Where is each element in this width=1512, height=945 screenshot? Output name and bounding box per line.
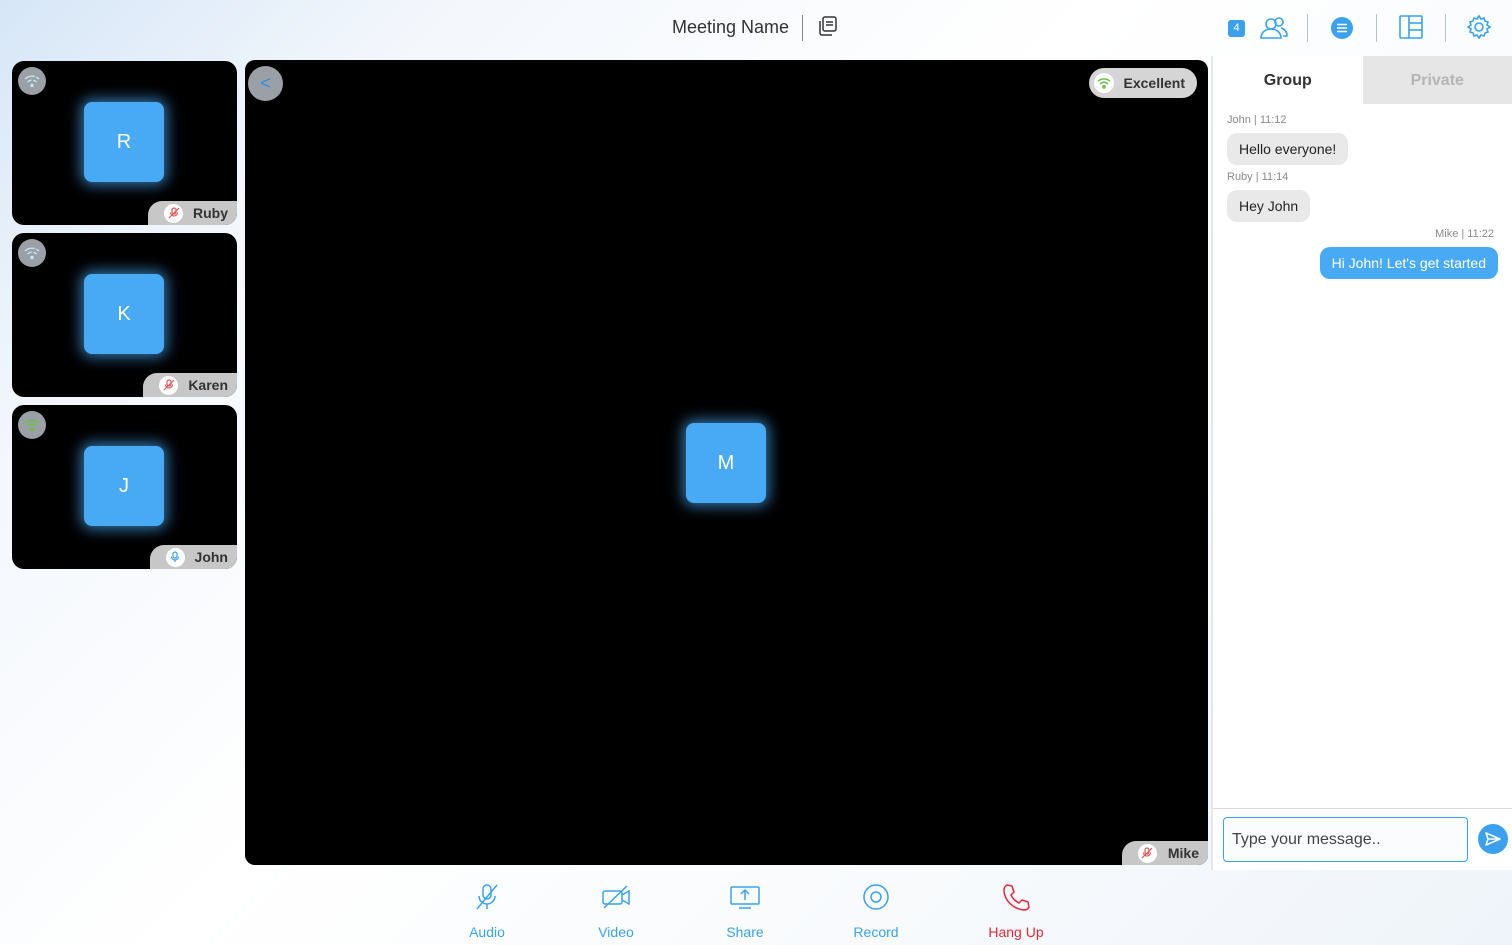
wifi-icon xyxy=(1093,73,1114,93)
message-bubble: Hello everyone! xyxy=(1227,133,1349,165)
chat-message-input[interactable] xyxy=(1223,817,1468,862)
mic-off-icon xyxy=(437,880,537,914)
participant-name-tag: Karen xyxy=(143,373,237,397)
share-label: Share xyxy=(726,924,764,940)
copy-icon[interactable] xyxy=(817,15,839,37)
record-label: Record xyxy=(853,924,899,940)
network-poor-icon xyxy=(18,239,46,267)
mic-muted-icon xyxy=(164,203,183,223)
message-meta: John | 11:12 xyxy=(1227,114,1287,126)
participant-name-tag: John xyxy=(149,545,237,569)
phone-icon xyxy=(966,880,1066,914)
participant-name: John xyxy=(194,549,228,565)
video-off-icon xyxy=(566,880,666,914)
record-button[interactable]: Record xyxy=(826,880,926,940)
hang-up-button[interactable]: Hang Up xyxy=(966,880,1066,940)
network-good-icon xyxy=(18,411,46,439)
call-controls: Audio Video Share Record Hang Up xyxy=(0,870,1512,945)
meeting-title: Meeting Name xyxy=(672,17,790,37)
layout-icon[interactable] xyxy=(1398,14,1424,45)
chat-compose-bar xyxy=(1213,808,1512,870)
tab-group[interactable]: Group xyxy=(1213,56,1363,104)
participant-name: Mike xyxy=(1167,845,1199,861)
mic-on-icon xyxy=(165,547,185,567)
connection-quality-badge: Excellent xyxy=(1088,68,1197,98)
share-screen-icon xyxy=(695,880,795,914)
message-bubble: Hey John xyxy=(1227,190,1311,222)
participant-name-tag: Mike xyxy=(1121,841,1208,865)
avatar: J xyxy=(84,446,164,526)
audio-label: Audio xyxy=(469,924,505,940)
participant-tile-john[interactable]: J John xyxy=(12,405,237,569)
video-label: Video xyxy=(598,924,634,940)
send-icon[interactable] xyxy=(1478,824,1508,854)
network-poor-icon xyxy=(18,67,46,95)
chat-tabs: Group Private xyxy=(1213,56,1512,104)
participants-icon[interactable] xyxy=(1259,14,1289,47)
divider xyxy=(1445,14,1446,42)
message-meta: Mike | 11:22 xyxy=(1435,228,1494,240)
divider xyxy=(1307,14,1308,42)
avatar: K xyxy=(84,274,164,354)
message-list: John | 11:12 Hello everyone! Ruby | 11:1… xyxy=(1213,104,1512,283)
avatar: M xyxy=(686,423,766,503)
collapse-sidebar-button[interactable]: < xyxy=(248,66,283,101)
participant-count-badge: 4 xyxy=(1228,20,1245,37)
participant-name: Ruby xyxy=(193,205,228,221)
settings-gear-icon[interactable] xyxy=(1466,14,1492,45)
participant-name-tag: Ruby xyxy=(148,201,237,225)
share-button[interactable]: Share xyxy=(695,880,795,940)
video-button[interactable]: Video xyxy=(566,880,666,940)
participant-tile-karen[interactable]: K Karen xyxy=(12,233,237,397)
message-meta: Ruby | 11:14 xyxy=(1227,171,1289,183)
main-video[interactable]: < Excellent M Mike xyxy=(245,60,1208,865)
divider xyxy=(1376,14,1377,42)
audio-button[interactable]: Audio xyxy=(437,880,537,940)
tab-private[interactable]: Private xyxy=(1362,56,1512,104)
mic-muted-icon xyxy=(1137,843,1157,863)
connection-quality-label: Excellent xyxy=(1123,75,1185,91)
message-bubble-own: Hi John! Let's get started xyxy=(1319,247,1498,279)
record-icon xyxy=(826,880,926,914)
participant-tile-ruby[interactable]: R Ruby xyxy=(12,61,237,225)
participant-name: Karen xyxy=(188,377,228,393)
divider xyxy=(802,15,803,41)
avatar: R xyxy=(84,102,164,182)
chat-panel: Group Private John | 11:12 Hello everyon… xyxy=(1211,56,1512,870)
mic-muted-icon xyxy=(159,375,179,395)
hang-up-label: Hang Up xyxy=(988,924,1044,940)
chat-icon[interactable] xyxy=(1330,16,1354,45)
top-bar: Meeting Name 4 xyxy=(0,0,1512,56)
